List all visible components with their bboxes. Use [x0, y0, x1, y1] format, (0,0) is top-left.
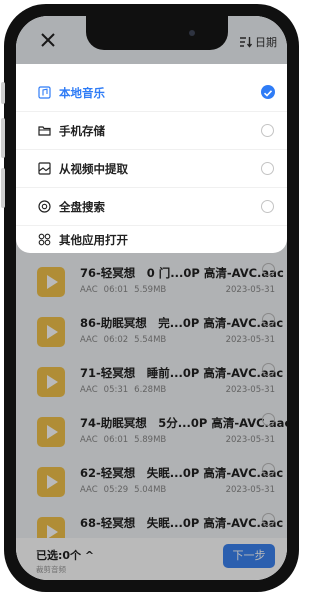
folder-icon: [38, 126, 51, 136]
music-file-icon: [38, 86, 51, 99]
notch: [86, 16, 228, 50]
camera-icon: [189, 30, 195, 36]
disk-search-icon: [38, 200, 51, 213]
menu-item-label: 本地音乐: [59, 86, 105, 100]
video-extract-icon: [38, 162, 51, 175]
check-icon: [261, 85, 275, 99]
phone-frame: 日期 76-轻冥想 0 门...0P 高清-AVC.aac AAC 06:01 5.…: [4, 4, 299, 592]
menu-item-full-disk-search[interactable]: 全盘搜索: [16, 188, 287, 226]
menu-item-local-music[interactable]: 本地音乐: [16, 74, 287, 112]
menu-item-label: 其他应用打开: [59, 233, 128, 247]
menu-item-label: 从视频中提取: [59, 162, 128, 176]
menu-radio: [261, 200, 274, 213]
menu-item-label: 全盘搜索: [59, 200, 105, 214]
menu-item-label: 手机存储: [59, 124, 105, 138]
apps-grid-icon: [38, 233, 51, 246]
side-button: [1, 168, 5, 208]
screen: 日期 76-轻冥想 0 门...0P 高清-AVC.aac AAC 06:01 5.…: [16, 16, 287, 580]
menu-item-extract-from-video[interactable]: 从视频中提取: [16, 150, 287, 188]
menu-radio: [261, 124, 274, 137]
menu-item-phone-storage[interactable]: 手机存储: [16, 112, 287, 150]
side-button: [1, 82, 5, 104]
menu-radio: [261, 162, 274, 175]
side-button: [1, 118, 5, 158]
source-menu: 本地音乐 手机存储 从视频中提取 全盘搜索 其他应用打开: [16, 64, 287, 253]
menu-item-open-other-apps[interactable]: 其他应用打开: [16, 225, 287, 253]
